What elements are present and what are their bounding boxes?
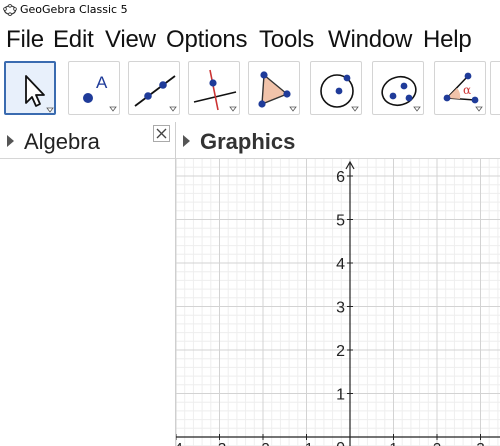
polygon-icon	[258, 71, 297, 112]
x-tick-label: -3	[213, 440, 226, 446]
ellipse-icon	[381, 75, 421, 112]
point-label: A	[96, 73, 108, 92]
y-tick-label: 6	[336, 169, 345, 186]
menu-options[interactable]: Options	[166, 26, 248, 54]
x-tick-label: -4	[176, 440, 183, 446]
algebra-expand-icon[interactable]	[7, 135, 14, 147]
menu-file[interactable]: File	[6, 26, 44, 54]
line-tool-button[interactable]	[128, 61, 180, 115]
angle-label: α	[463, 83, 471, 97]
arrow-cursor-icon	[25, 75, 54, 113]
y-tick-label: 1	[336, 387, 345, 404]
y-tick-label: 0	[336, 440, 345, 446]
graphics-header: Graphics	[176, 122, 500, 159]
graphics-view: Graphics 6 5 4 3 2 1 0 -4 -3 -2 -1 1 2 3	[176, 122, 500, 446]
perpendicular-tool-button[interactable]	[188, 61, 240, 115]
more-tools-button[interactable]	[490, 61, 500, 115]
tool-bar: A α	[0, 58, 500, 123]
perpendicular-line-icon	[193, 69, 237, 112]
x-tick-label: 3	[476, 440, 484, 446]
menu-edit[interactable]: Edit	[53, 26, 94, 54]
menu-help[interactable]: Help	[423, 26, 472, 54]
menu-bar: File Edit View Options Tools Window Help	[0, 22, 500, 58]
point-tool-button[interactable]: A	[68, 61, 120, 115]
menu-view[interactable]: View	[105, 26, 156, 54]
y-tick-label: 2	[336, 343, 345, 360]
x-tick-label: 1	[389, 440, 397, 446]
circle-center-point-icon	[320, 74, 359, 112]
y-tick-label: 4	[336, 256, 345, 273]
close-icon	[156, 128, 167, 139]
circle-tool-button[interactable]	[310, 61, 362, 115]
ellipse-tool-button[interactable]	[372, 61, 424, 115]
window-title: GeoGebra Classic 5	[20, 3, 128, 16]
graphics-canvas[interactable]: 6 5 4 3 2 1 0 -4 -3 -2 -1 1 2 3	[176, 159, 500, 446]
menu-window[interactable]: Window	[328, 26, 412, 54]
polygon-tool-button[interactable]	[248, 61, 300, 115]
line-icon	[134, 75, 177, 112]
point-icon: A	[83, 73, 117, 112]
menu-tools[interactable]: Tools	[259, 26, 314, 54]
graphics-expand-icon[interactable]	[183, 135, 190, 147]
geogebra-logo-icon	[3, 3, 17, 17]
y-tick-label: 5	[336, 213, 345, 230]
algebra-close-button[interactable]	[153, 125, 170, 142]
y-tick-label: 3	[336, 300, 345, 317]
angle-tool-button[interactable]: α	[434, 61, 486, 115]
algebra-view: Algebra	[0, 122, 176, 446]
x-tick-label: 2	[433, 440, 441, 446]
graphics-title: Graphics	[200, 129, 296, 154]
algebra-header: Algebra	[0, 122, 175, 159]
panels: Algebra Graphics 6 5 4 3 2 1 0 -4 -3 -2 -1 1 2 3	[0, 122, 500, 446]
move-tool-button[interactable]	[4, 61, 56, 115]
x-tick-label: -1	[300, 440, 313, 446]
angle-icon: α	[443, 72, 483, 112]
x-tick-label: -2	[256, 440, 269, 446]
algebra-title: Algebra	[24, 129, 100, 154]
window-titlebar: GeoGebra Classic 5	[0, 0, 500, 23]
